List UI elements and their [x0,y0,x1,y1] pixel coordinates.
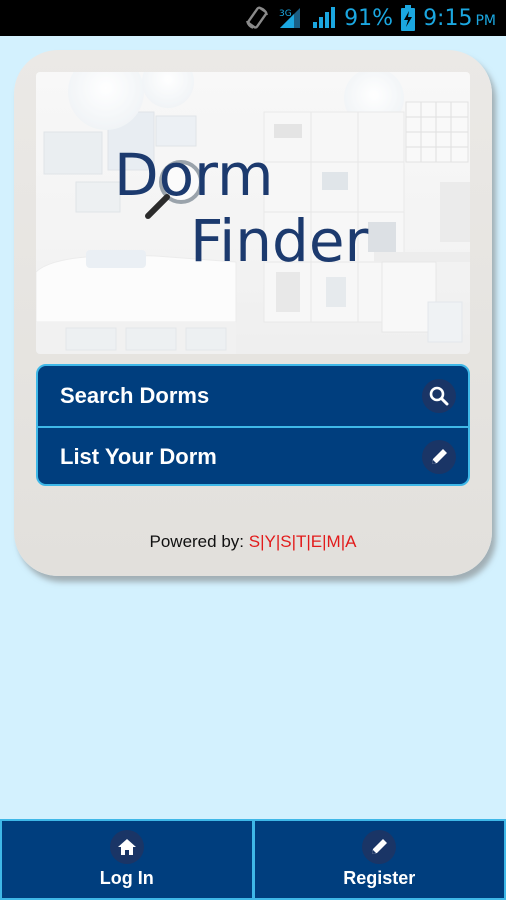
bottom-nav: Log In Register [0,819,506,900]
hero-image: Dorm Finder [36,72,470,354]
powered-by: Powered by: S|Y|S|T|E|M|A [14,532,492,552]
register-button[interactable]: Register [253,819,506,900]
battery-percent: 91% [344,5,394,31]
main-card: Dorm Finder Search Dorms List Your Dorm [14,50,492,576]
rotate-icon [244,5,270,31]
battery-charging-icon [401,5,416,31]
pencil-icon [362,830,397,864]
logo-word-finder: Finder [190,207,369,275]
list-your-dorm-button[interactable]: List Your Dorm [38,426,468,484]
login-button[interactable]: Log In [0,819,254,900]
systema-brand-link[interactable]: S|Y|S|T|E|M|A [249,532,357,551]
main-menu: Search Dorms List Your Dorm [36,364,470,486]
powered-by-label: Powered by: [149,532,249,551]
cell-signal-icon [312,6,336,30]
wifi-signal-icon: 3G [278,6,304,30]
search-dorms-button[interactable]: Search Dorms [38,366,468,426]
list-your-dorm-label: List Your Dorm [60,444,217,469]
clock-time: 9:15 [423,5,473,31]
home-icon [109,830,144,864]
logo-word-dorm: Dorm [114,141,274,209]
search-icon [422,379,456,413]
search-dorms-label: Search Dorms [60,383,210,408]
status-bar: 3G 91% 9:15 PM [0,0,506,36]
register-label: Register [343,868,416,888]
pencil-icon [422,440,456,474]
login-label: Log In [99,868,154,888]
svg-text:3G: 3G [279,9,292,19]
clock-ampm: PM [475,13,496,29]
